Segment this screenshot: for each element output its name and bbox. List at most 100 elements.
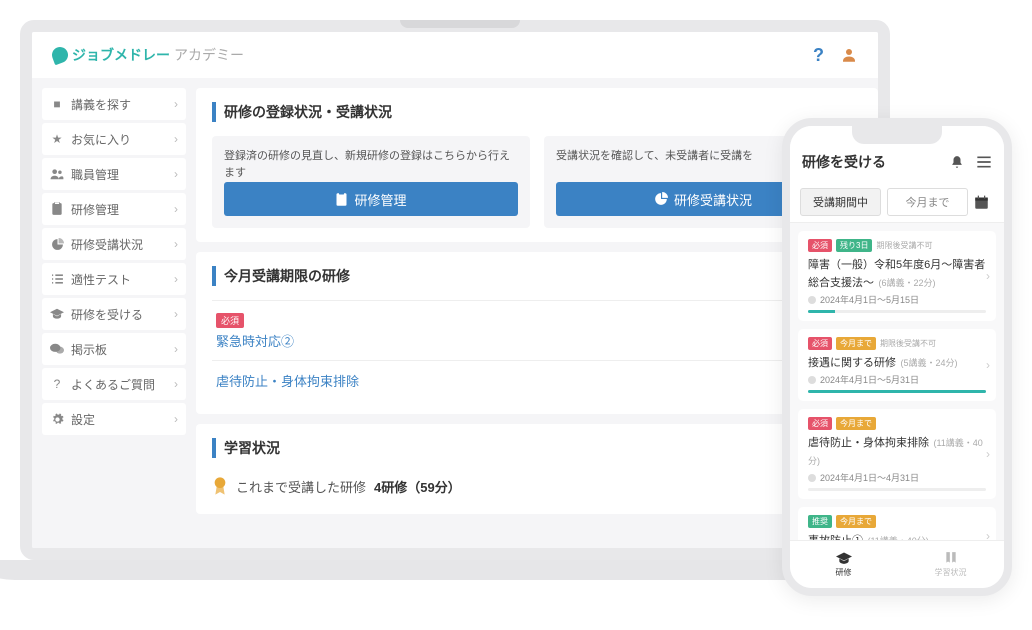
chevron-right-icon: › [174,307,178,321]
phone-training-card[interactable]: 必須残り3日期限後受講不可 障害（一般）令和5年度6月～障害者総合支援法～ (6… [798,231,996,321]
sidebar-item-faq[interactable]: ? よくあるご質問 › [42,368,186,400]
sidebar-item-label: 研修管理 [71,201,119,218]
training-list-row[interactable]: 必須 緊急時対応② 0% [212,300,862,360]
help-icon[interactable]: ? [813,45,824,66]
badge-note: 期限後受講不可 [876,240,932,251]
clipboard-icon [50,202,64,216]
logo-text-1: ジョブメドレー [72,45,170,65]
sidebar-item-label: 適性テスト [71,271,131,288]
card-badges: 推奨今月まで [808,515,986,528]
phone-training-card[interactable]: 必須今月まで期限後受講不可 接遇に関する研修 (5講義・24分) 2024年4月… [798,329,996,401]
chevron-right-icon: › [174,202,178,216]
phone-training-list[interactable]: 必須残り3日期限後受講不可 障害（一般）令和5年度6月～障害者総合支援法～ (6… [790,223,1004,540]
question-icon: ? [50,377,64,391]
phone-notch [852,126,942,144]
badge: 必須 [808,417,832,430]
desktop-app: ジョブメドレー アカデミー ? ■講義を探す› ★お気に入り› 職員管理› 研修… [32,32,878,548]
sidebar-item-staff[interactable]: 職員管理› [42,158,186,190]
main-content: 研修の登録状況・受講状況 登録済の研修の見直し、新規研修の登録はこちらから行えま… [196,88,878,538]
chevron-right-icon: › [174,412,178,426]
section-title: 研修の登録状況・受講状況 [212,102,862,122]
clipboard-icon [335,192,348,207]
phone-training-card[interactable]: 必須今月まで 虐待防止・身体拘束排除 (11講義・40分) 2024年4月1日～… [798,409,996,499]
progress-fill [808,390,986,393]
nav-training[interactable]: 研修 [790,541,897,588]
section-title: 学習状況 [212,438,862,458]
training-link: 虐待防止・身体拘束排除 [216,371,359,390]
chevron-right-icon: › [174,132,178,146]
card-meta: (6講義・22分) [878,278,935,288]
chevron-right-icon: › [174,342,178,356]
stat-label: これまで受講した研修 [236,477,366,496]
chevron-right-icon: › [986,447,990,461]
topbar: ジョブメドレー アカデミー ? [32,32,878,78]
sidebar-item-search-lectures[interactable]: ■講義を探す› [42,88,186,120]
chevron-right-icon: › [174,237,178,251]
card-badges: 必須今月まで [808,417,986,430]
status-card: 研修の登録状況・受講状況 登録済の研修の見直し、新規研修の登録はこちらから行えま… [196,88,878,242]
phone-app: 研修を受ける 受講期間中 今月まで 必須残り3日期限後受講不可 障害（一般）令和… [790,126,1004,588]
pie-chart-icon [654,192,668,206]
progress-bar [808,310,986,313]
phone-bottom-nav: 研修 学習状況 [790,540,1004,588]
training-manage-button[interactable]: 研修管理 [224,182,518,216]
card-title: 接遇に関する研修 [808,357,896,369]
people-icon [50,168,64,180]
sidebar-item-aptitude-test[interactable]: 適性テスト › [42,263,186,295]
sidebar-item-label: お気に入り [71,131,131,148]
sidebar-item-take-training[interactable]: 研修を受ける › [42,298,186,330]
status-desc: 登録済の研修の見直し、新規研修の登録はこちらから行えます [224,148,518,182]
star-icon: ★ [50,132,64,146]
card-date: 2024年4月1日～5月31日 [808,373,986,386]
phone-header-icons [950,155,992,169]
topbar-right: ? [813,45,858,66]
chevron-right-icon: › [174,377,178,391]
sidebar-item-label: よくあるご質問 [71,376,155,393]
training-list-row[interactable]: 虐待防止・身体拘束排除 0% [212,360,862,400]
nav-label: 研修 [836,567,852,578]
sidebar-item-label: 講義を探す [71,96,131,113]
chevron-right-icon: › [986,358,990,372]
phone-page-title: 研修を受ける [802,152,886,172]
stat-line: これまで受講した研修 4研修（59分） [212,472,862,500]
badge: 必須 [808,337,832,350]
laptop-screen: ジョブメドレー アカデミー ? ■講義を探す› ★お気に入り› 職員管理› 研修… [20,20,890,560]
nav-learning-status[interactable]: 学習状況 [897,541,1004,588]
tab-this-month[interactable]: 今月まで [887,188,968,216]
sidebar-item-label: 設定 [71,411,95,428]
sidebar: ■講義を探す› ★お気に入り› 職員管理› 研修管理› 研修受講状況› 適性テス… [42,88,186,538]
phone-frame: 研修を受ける 受講期間中 今月まで 必須残り3日期限後受講不可 障害（一般）令和… [782,118,1012,596]
badge: 残り3日 [836,239,872,252]
phone-training-card[interactable]: 推奨今月まで 事故防止① (11講義・40分) › [798,507,996,540]
badge: 今月まで [836,417,876,430]
status-box-manage: 登録済の研修の見直し、新規研修の登録はこちらから行えます 研修管理 [212,136,530,228]
laptop-frame: ジョブメドレー アカデミー ? ■講義を探す› ★お気に入り› 職員管理› 研修… [20,20,900,600]
sidebar-item-training-mgmt[interactable]: 研修管理 › [42,193,186,225]
chevron-right-icon: › [986,529,990,541]
tab-ongoing[interactable]: 受講期間中 [800,188,881,216]
progress-bar [808,390,986,393]
logo[interactable]: ジョブメドレー アカデミー [52,45,244,65]
training-link: 緊急時対応② [216,331,294,350]
menu-icon[interactable] [976,155,992,169]
bell-icon[interactable] [950,155,964,169]
calendar-icon[interactable] [974,195,994,210]
required-badge: 必須 [216,313,244,328]
progress-bar [808,488,986,491]
sidebar-item-favorites[interactable]: ★ お気に入り › [42,123,186,155]
card-date: 2024年4月1日～5月15日 [808,293,986,306]
button-label: 研修管理 [354,190,406,209]
card-title: 虐待防止・身体拘束排除 [808,437,929,449]
phone-tabs: 受講期間中 今月まで [790,182,1004,223]
card-meta: (11講義・40分) [867,536,928,540]
chevron-right-icon: › [174,272,178,286]
sidebar-item-label: 研修を受ける [71,306,143,323]
user-icon[interactable] [840,46,858,64]
card-date: 2024年4月1日～4月31日 [808,471,986,484]
sidebar-item-training-status[interactable]: 研修受講状況 › [42,228,186,260]
gear-icon [50,413,64,426]
sidebar-item-settings[interactable]: 設定 › [42,403,186,435]
sidebar-item-bulletin[interactable]: 掲示板› [42,333,186,365]
sidebar-item-label: 職員管理 [71,166,119,183]
sidebar-item-label: 研修受講状況 [71,236,143,253]
